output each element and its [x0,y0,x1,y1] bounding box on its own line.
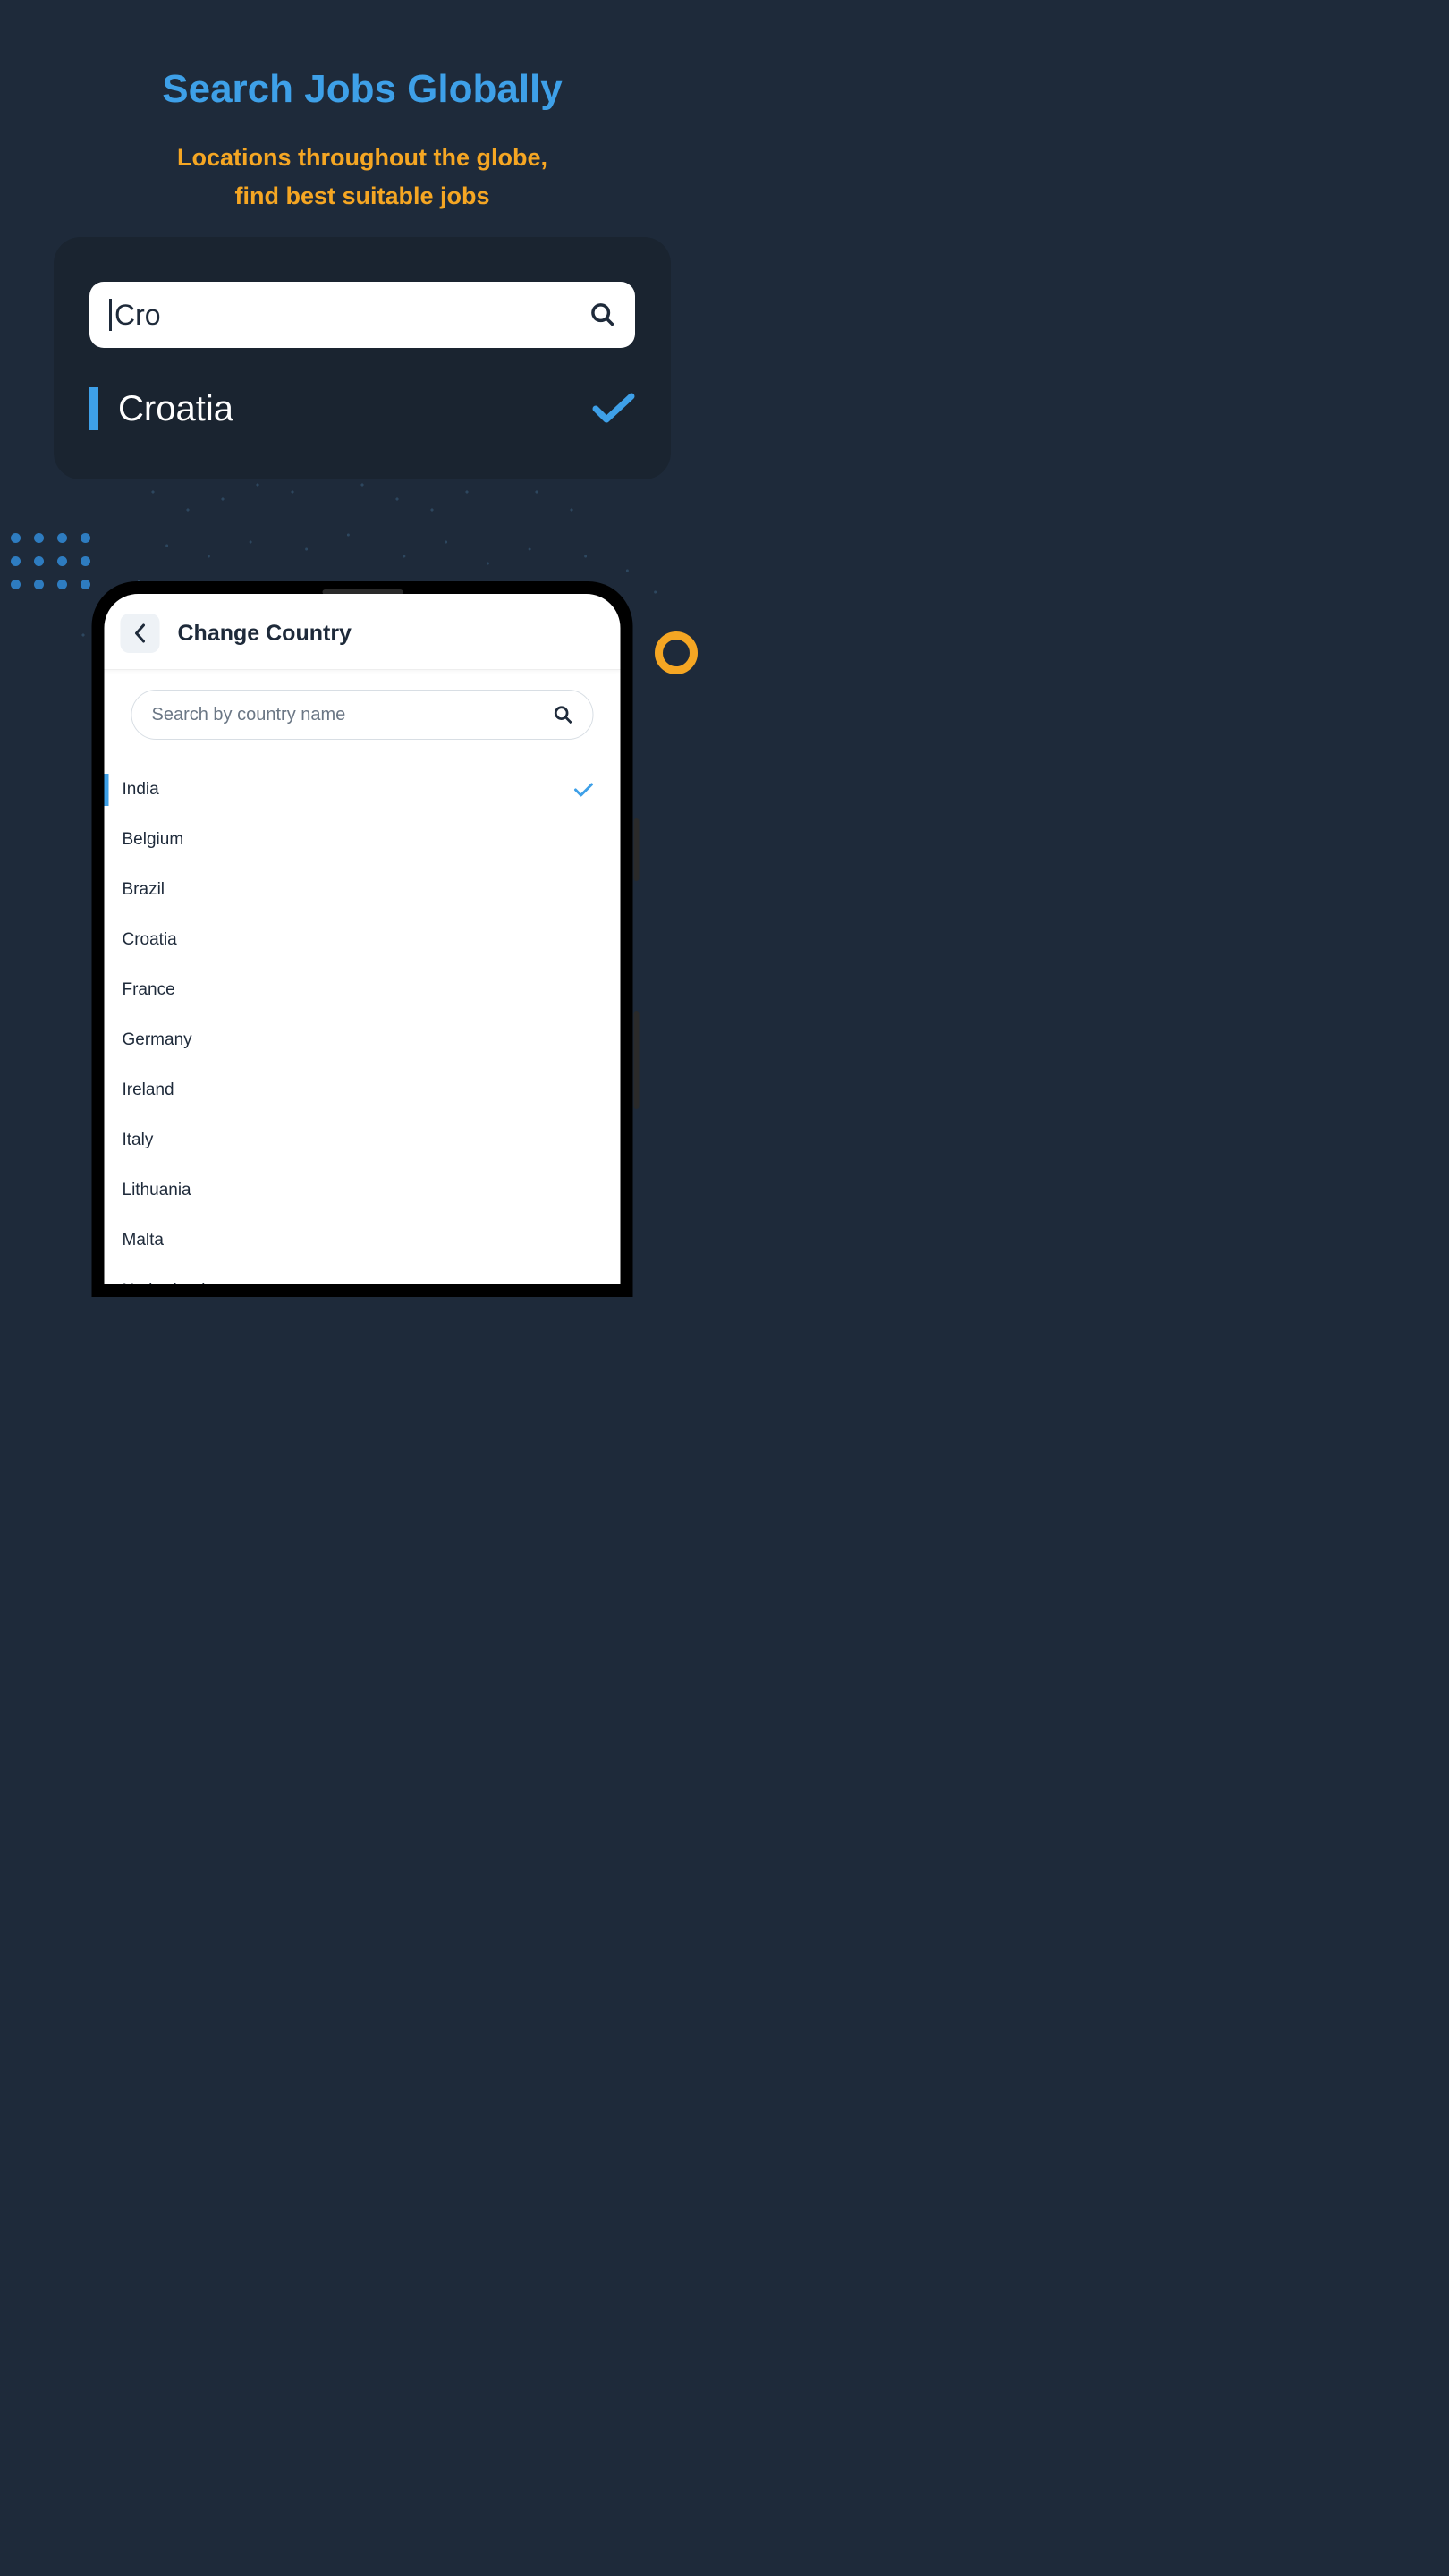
country-list: India Belgium Brazil Croatia France Germany Ir… [105,750,621,1284]
phone-side-button [634,1011,640,1109]
text-cursor [109,299,112,331]
country-item[interactable]: Germany [105,1015,621,1065]
header-title: Change Country [178,621,352,647]
country-item[interactable]: Malta [105,1216,621,1266]
back-button[interactable] [121,614,160,653]
country-item[interactable]: Belgium [105,815,621,865]
country-item[interactable]: India [105,765,621,815]
country-item-label: Netherlands [105,1281,594,1284]
check-icon [592,393,635,425]
search-placeholder: Search by country name [152,705,554,725]
country-item-label: Brazil [105,880,594,900]
country-item-label: Belgium [105,830,594,850]
country-item-label: Croatia [105,930,594,950]
country-item[interactable]: Netherlands [105,1266,621,1284]
chevron-left-icon [134,623,147,643]
phone-side-button [634,818,640,881]
country-item-label: France [105,980,594,1000]
search-result-item[interactable]: Croatia [89,387,635,430]
country-item[interactable]: Croatia [105,915,621,965]
country-item-label: Ireland [105,1080,594,1100]
country-item-label: Germany [105,1030,594,1050]
page-title: Search Jobs Globally [0,0,724,112]
subtitle-line1: Locations throughout the globe, [177,144,547,171]
ring-decoration [655,631,698,674]
country-item[interactable]: Italy [105,1115,621,1165]
search-icon[interactable] [590,302,615,327]
country-search-input[interactable]: Cro [89,282,635,348]
phone-screen: Change Country Search by country name In… [105,594,621,1284]
search-result-label: Croatia [118,389,592,429]
search-card: Cro Croatia [54,237,671,479]
subtitle-line2: find best suitable jobs [234,182,489,209]
search-input-value: Cro [114,299,590,332]
country-item-label: Malta [105,1231,594,1250]
dot-decoration [11,533,91,590]
country-item-label: India [105,780,574,800]
country-item-label: Italy [105,1131,594,1150]
country-item-label: Lithuania [105,1181,594,1200]
check-icon [574,783,594,797]
phone-mockup: Change Country Search by country name In… [92,581,633,1297]
country-item[interactable]: Brazil [105,865,621,915]
country-item[interactable]: Ireland [105,1065,621,1115]
selection-indicator [105,774,109,806]
page-subtitle: Locations throughout the globe, find bes… [0,139,724,216]
search-icon[interactable] [554,705,573,724]
country-item[interactable]: France [105,965,621,1015]
app-header: Change Country [105,594,621,670]
country-name-search-input[interactable]: Search by country name [131,690,594,740]
country-item[interactable]: Lithuania [105,1165,621,1216]
selection-indicator [89,387,98,430]
